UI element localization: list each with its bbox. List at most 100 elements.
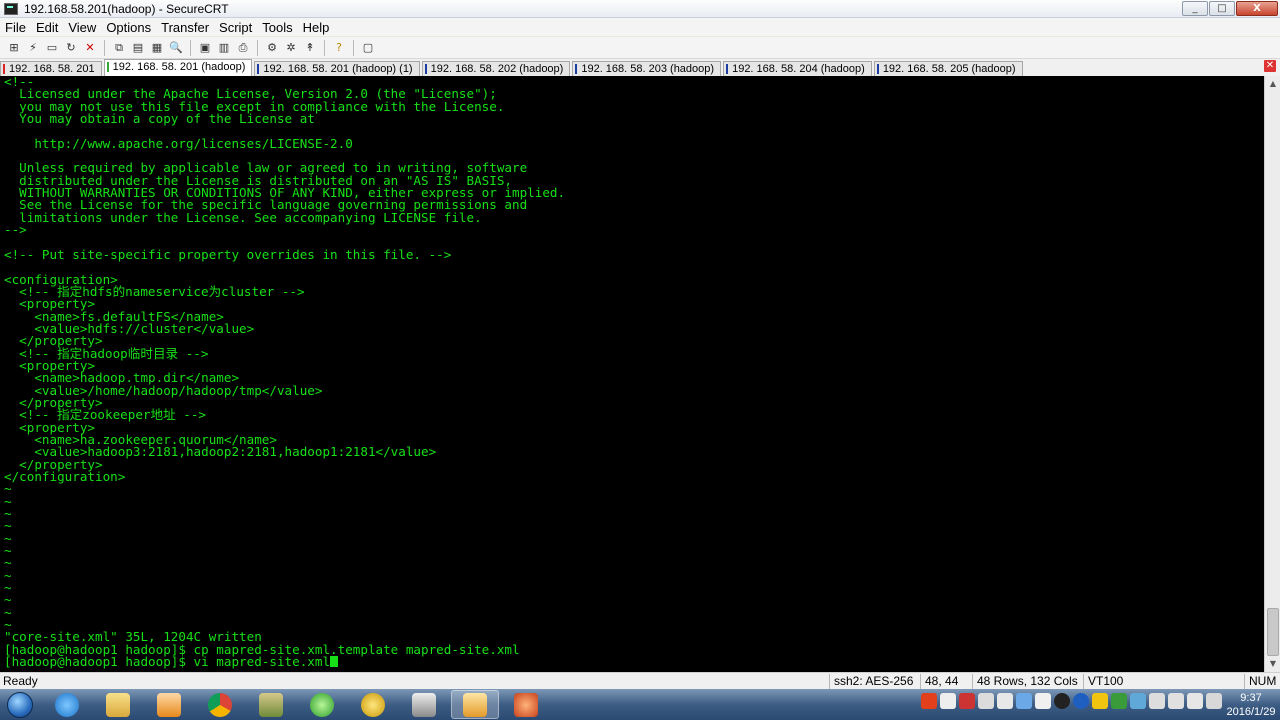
- terminal-line: ~: [4, 481, 12, 497]
- session-tab-bar: 192. 168. 58. 201 192. 168. 58. 201 (had…: [0, 59, 1280, 76]
- reconnect-icon[interactable]: ↻: [63, 40, 79, 56]
- terminal-line: -->: [4, 222, 27, 238]
- taskbar-app[interactable]: [502, 690, 550, 719]
- power-icon[interactable]: [1168, 693, 1184, 709]
- about-icon[interactable]: ▢: [360, 40, 376, 56]
- connect-tab-icon[interactable]: ▭: [44, 40, 60, 56]
- security-shield-icon[interactable]: [1111, 693, 1127, 709]
- close-tab-icon[interactable]: ✕: [1264, 60, 1276, 72]
- editor-icon: [361, 692, 385, 717]
- terminal-line: ~: [4, 580, 12, 596]
- tray-app-icon[interactable]: [1092, 693, 1108, 709]
- securecrt-app-icon: [4, 2, 18, 15]
- terminal-line: <value>hadoop3:2181,hadoop2:2181,hadoop1…: [4, 444, 437, 460]
- taskbar-app[interactable]: [196, 690, 244, 719]
- toolbar-separator: [190, 39, 191, 56]
- terminal-screen[interactable]: <!-- Licensed under the Apache License, …: [0, 76, 1264, 672]
- global-options-icon[interactable]: ✲: [283, 40, 299, 56]
- taskbar-app[interactable]: [43, 690, 91, 719]
- paste-icon[interactable]: ▤: [130, 40, 146, 56]
- session-options-icon[interactable]: ⚙: [264, 40, 280, 56]
- taskbar-app[interactable]: [247, 690, 295, 719]
- tray-app-icon[interactable]: [1149, 693, 1165, 709]
- scroll-down-icon[interactable]: ▼: [1266, 657, 1280, 671]
- menu-tools[interactable]: Tools: [257, 20, 297, 35]
- terminal-line: ~: [4, 555, 12, 571]
- menu-options[interactable]: Options: [101, 20, 156, 35]
- terminal-scrollbar[interactable]: ▲ ▼: [1264, 76, 1280, 672]
- tray-app-icon[interactable]: [1016, 693, 1032, 709]
- print-icon[interactable]: ⎙: [235, 40, 251, 56]
- status-cursor-position: 48, 44: [920, 674, 958, 689]
- taskbar-app[interactable]: [94, 690, 142, 719]
- menu-transfer[interactable]: Transfer: [156, 20, 214, 35]
- taskbar-app[interactable]: [349, 690, 397, 719]
- menu-view[interactable]: View: [63, 20, 101, 35]
- scrollbar-thumb[interactable]: [1267, 608, 1279, 656]
- terminal-line: <!-- Put site-specific property override…: [4, 246, 452, 262]
- terminal-line: ~: [4, 592, 12, 608]
- print-setup-icon[interactable]: ▣: [197, 40, 213, 56]
- disconnect-icon[interactable]: ✕: [82, 40, 98, 56]
- find-icon[interactable]: 🔍: [168, 40, 184, 56]
- menu-file[interactable]: File: [0, 20, 31, 35]
- taskbar-app[interactable]: [400, 690, 448, 719]
- print-selection-icon[interactable]: ▥: [216, 40, 232, 56]
- taskbar-app[interactable]: [145, 690, 193, 719]
- copy-paste-icon[interactable]: ▦: [149, 40, 165, 56]
- toolbar-separator: [104, 39, 105, 56]
- taskbar-clock[interactable]: 9:37 2016/1/29: [1222, 689, 1280, 720]
- terminal-line: You may obtain a copy of the License at: [4, 111, 315, 127]
- tab-session-6[interactable]: 192. 168. 58. 204 (hadoop): [723, 61, 872, 76]
- clock-date: 2016/1/29: [1226, 706, 1276, 718]
- terminal-line: <value>/home/hadoop/hadoop/tmp</value>: [4, 382, 323, 398]
- terminal-line: http://www.apache.org/licenses/LICENSE-2…: [4, 135, 353, 151]
- taskbar-app-active[interactable]: [451, 690, 499, 719]
- tray-app-icon[interactable]: [940, 693, 956, 709]
- qq-icon[interactable]: [1054, 693, 1070, 709]
- game-icon: [514, 692, 538, 717]
- status-screen-size: 48 Rows, 132 Cols: [972, 674, 1078, 689]
- tray-app-icon[interactable]: [997, 693, 1013, 709]
- tab-session-1[interactable]: 192. 168. 58. 201: [0, 61, 102, 76]
- tray-app-icon[interactable]: [978, 693, 994, 709]
- status-ready: Ready: [3, 674, 38, 688]
- terminal-text: <!-- Licensed under the Apache License, …: [0, 76, 1264, 669]
- tray-app-icon[interactable]: [959, 693, 975, 709]
- toolbar-separator: [257, 39, 258, 56]
- connect-icon[interactable]: ⊞: [6, 40, 22, 56]
- start-button[interactable]: [0, 689, 40, 720]
- terminal-line: </configuration>: [4, 469, 126, 484]
- bluetooth-icon[interactable]: [1073, 693, 1089, 709]
- status-num-lock: NUM: [1244, 674, 1276, 689]
- tab-session-3[interactable]: 192. 168. 58. 201 (hadoop) (1): [254, 61, 420, 76]
- maximize-button[interactable]: □: [1209, 1, 1235, 16]
- terminal-line: <!-- 指定zookeeper地址 -->: [4, 407, 207, 423]
- sogou-input-icon[interactable]: [921, 693, 937, 709]
- tab-session-2[interactable]: 192. 168. 58. 201 (hadoop): [103, 59, 253, 76]
- taskbar-app[interactable]: [298, 690, 346, 719]
- tray-app-icon[interactable]: [1035, 693, 1051, 709]
- status-cipher: ssh2: AES-256: [829, 674, 913, 689]
- scroll-up-icon[interactable]: ▲: [1266, 77, 1280, 91]
- copy-icon[interactable]: ⧉: [111, 40, 127, 56]
- close-button[interactable]: X: [1236, 1, 1278, 16]
- quick-connect-icon[interactable]: ⚡: [25, 40, 41, 56]
- menu-help[interactable]: Help: [298, 20, 335, 35]
- window-title: 192.168.58.201(hadoop) - SecureCRT: [24, 1, 229, 16]
- terminal-line: ~: [4, 543, 12, 559]
- tray-app-icon[interactable]: [1130, 693, 1146, 709]
- terminal-line: <value>hdfs://cluster</value>: [4, 320, 255, 336]
- menu-edit[interactable]: Edit: [31, 20, 63, 35]
- printer-app-icon: [412, 692, 436, 717]
- keymap-icon[interactable]: ↟: [302, 40, 318, 56]
- network-signal-icon[interactable]: [1206, 693, 1222, 709]
- menu-script[interactable]: Script: [214, 20, 257, 35]
- help-icon[interactable]: ?: [331, 40, 347, 56]
- tab-session-5[interactable]: 192. 168. 58. 203 (hadoop): [572, 61, 722, 76]
- minimize-button[interactable]: _: [1182, 1, 1208, 16]
- tab-session-4[interactable]: 192. 168. 58. 202 (hadoop): [421, 61, 571, 76]
- volume-icon[interactable]: [1187, 693, 1203, 709]
- terminal-line: ~: [4, 567, 12, 583]
- tab-session-7[interactable]: 192. 168. 58. 205 (hadoop): [873, 61, 1023, 76]
